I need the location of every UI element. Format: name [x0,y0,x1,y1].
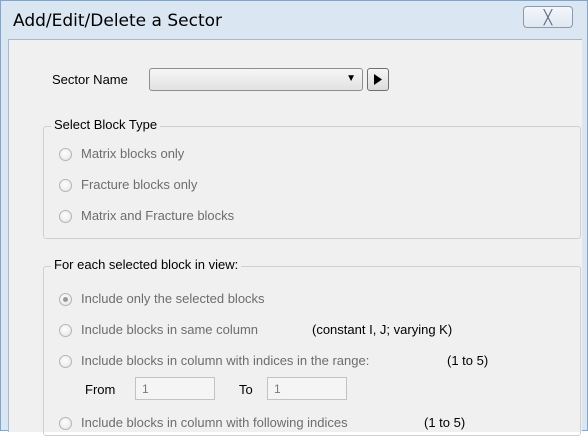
dialog-window: Add/Edit/Delete a Sector ╳ Sector Name ▼… [0,0,588,436]
following-indices-radio[interactable] [59,417,72,430]
same-column-radio[interactable] [59,324,72,337]
sector-name-label: Sector Name [52,72,128,87]
close-icon: ╳ [543,9,553,25]
from-input[interactable]: 1 [135,377,215,400]
to-input[interactable]: 1 [267,377,347,400]
following-indices-note: (1 to 5) [424,415,466,430]
sector-next-button[interactable] [367,68,389,91]
only-selected-radio[interactable] [59,293,72,306]
from-label: From [85,382,116,397]
block-selection-group-label: For each selected block in view: [51,257,242,272]
play-right-icon [374,74,382,85]
range-indices-radio[interactable] [59,355,72,368]
close-button[interactable]: ╳ [523,6,573,28]
matrix-and-fracture-label: Matrix and Fracture blocks [81,208,235,223]
following-indices-label: Include blocks in column with following … [81,415,348,430]
title-bar[interactable]: Add/Edit/Delete a Sector ╳ [1,1,588,39]
to-label: To [239,382,253,397]
only-selected-label: Include only the selected blocks [81,291,265,306]
fracture-only-label: Fracture blocks only [81,177,198,192]
matrix-only-label: Matrix blocks only [81,146,185,161]
same-column-note: (constant I, J; varying K) [312,322,453,337]
fracture-only-radio[interactable] [59,179,72,192]
sector-name-dropdown[interactable]: ▼ [149,68,363,91]
window-title: Add/Edit/Delete a Sector [13,11,223,31]
range-indices-note: (1 to 5) [447,353,489,368]
matrix-only-radio[interactable] [59,148,72,161]
matrix-and-fracture-radio[interactable] [59,210,72,223]
chevron-down-icon: ▼ [346,73,356,84]
range-indices-label: Include blocks in column with indices in… [81,353,370,368]
same-column-label: Include blocks in same column [81,322,259,337]
block-type-group-label: Select Block Type [51,117,161,132]
